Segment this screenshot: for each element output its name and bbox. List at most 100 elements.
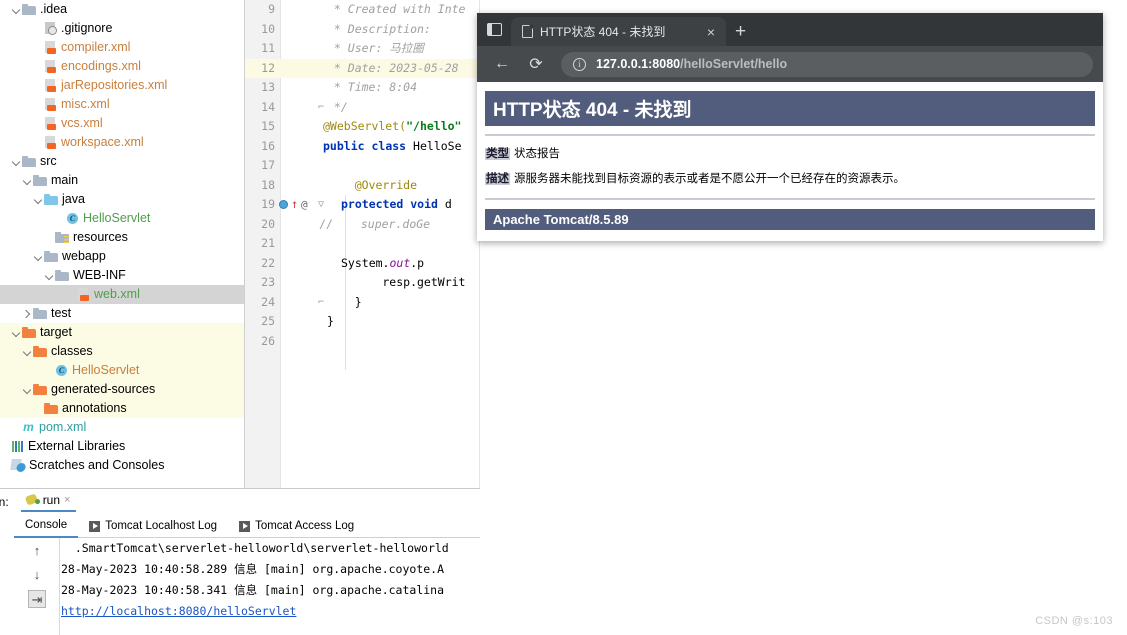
fold-end-icon[interactable]: ⌐ — [315, 293, 327, 313]
editor-line[interactable]: 11 * User: 马拉圈 — [245, 39, 480, 59]
chevron-down-icon[interactable] — [11, 4, 22, 15]
fold-collapse-icon[interactable]: ▽ — [315, 195, 327, 215]
tree-item-test[interactable]: test — [0, 304, 245, 323]
tree-item-vcs-xml[interactable]: vcs.xml — [0, 114, 245, 133]
tree-item-web-xml[interactable]: web.xml — [0, 285, 245, 304]
editor-line[interactable]: 16 public class HelloSe — [245, 137, 480, 157]
error-type-row: 类型 状态报告 — [485, 145, 1095, 161]
soft-wrap-button[interactable]: ⇥ — [28, 590, 46, 608]
tree-item-java[interactable]: java — [0, 190, 245, 209]
chevron-right-icon[interactable] — [22, 308, 33, 319]
folder-icon — [33, 308, 47, 319]
editor-lines[interactable]: 9 * Created with Inte 10 * Description: 11… — [245, 0, 480, 351]
editor-line[interactable]: 13 * Time: 8:04 — [245, 78, 480, 98]
breakpoint-icon[interactable] — [279, 200, 288, 209]
tree-item-misc-xml[interactable]: misc.xml — [0, 95, 245, 114]
tree-item-target[interactable]: target — [0, 323, 245, 342]
tree-item-label: .gitignore — [61, 21, 113, 35]
tree-item-generated-sources[interactable]: generated-sources — [0, 380, 245, 399]
line-number: 10 — [261, 21, 275, 36]
editor-line[interactable]: 25} — [245, 312, 480, 332]
new-tab-button[interactable]: + — [726, 22, 755, 46]
tree-item-workspace-xml[interactable]: workspace.xml — [0, 133, 245, 152]
run-configuration-tab[interactable]: run × — [20, 493, 77, 512]
editor-line[interactable]: 26 — [245, 332, 480, 352]
chevron-down-icon[interactable] — [11, 156, 22, 167]
editor-line[interactable]: 21 — [245, 234, 480, 254]
tree-item-web-inf[interactable]: WEB-INF — [0, 266, 245, 285]
tree-item-helloservlet[interactable]: C HelloServlet — [0, 361, 245, 380]
sidebar-toggle-button[interactable] — [477, 13, 511, 46]
editor-line[interactable]: 15 @WebServlet("/hello" — [245, 117, 480, 137]
console-link[interactable]: http://localhost:8080/helloServlet — [61, 604, 296, 618]
editor-line[interactable]: 19 ↑ @ ▽ protected void d — [245, 195, 480, 215]
tree-item-pom-xml[interactable]: m pom.xml — [0, 418, 245, 437]
chevron-down-icon[interactable] — [44, 270, 55, 281]
folder-icon — [55, 270, 69, 281]
reload-button[interactable]: ⟳ — [521, 49, 551, 79]
tree-item-label: Scratches and Consoles — [29, 458, 165, 472]
code-text: * Description: — [327, 21, 431, 36]
console-output[interactable]: .SmartTomcat\serverlet-helloworld\server… — [61, 538, 480, 635]
tree-item-resources[interactable]: resources — [0, 228, 245, 247]
editor-line[interactable]: 14 ⌐ */ — [245, 98, 480, 118]
console-tab-tomcat-localhost-log[interactable]: Tomcat Localhost Log — [78, 515, 228, 538]
tree-item-label: encodings.xml — [61, 59, 141, 73]
site-info-icon[interactable]: i — [573, 57, 586, 71]
chevron-down-icon[interactable] — [33, 251, 44, 262]
console-tab-console[interactable]: Console — [14, 515, 79, 538]
tree-item--gitignore[interactable]: .gitignore — [0, 19, 245, 38]
tree-item-encodings-xml[interactable]: encodings.xml — [0, 57, 245, 76]
back-button[interactable]: ← — [487, 49, 517, 79]
console-side-toolbar[interactable]: ↑ ↓ ⇥ — [14, 538, 60, 635]
tree-item-annotations[interactable]: annotations — [0, 399, 245, 418]
editor-line[interactable]: 24 ⌐ } — [245, 293, 480, 313]
code-editor[interactable]: 9 * Created with Inte 10 * Description: 11… — [245, 0, 480, 488]
tree-item-label: src — [40, 154, 57, 168]
editor-line[interactable]: 23 resp.getWrit — [245, 273, 480, 293]
tree-item-helloservlet[interactable]: C HelloServlet — [0, 209, 245, 228]
chevron-down-icon[interactable] — [11, 327, 22, 338]
tree-item-webapp[interactable]: webapp — [0, 247, 245, 266]
editor-line[interactable]: 22 System.out.p — [245, 254, 480, 274]
tree-item-main[interactable]: main — [0, 171, 245, 190]
tree-item-src[interactable]: src — [0, 152, 245, 171]
code-keyword: public — [323, 138, 365, 153]
tree-item-compiler-xml[interactable]: compiler.xml — [0, 38, 245, 57]
tree-item--idea[interactable]: .idea — [0, 0, 245, 19]
console-tab-bar[interactable]: Console Tomcat Localhost Log Tomcat Access… — [14, 515, 480, 538]
address-bar[interactable]: i 127.0.0.1:8080/helloServlet/hello — [561, 51, 1093, 77]
code-token-annotation: @WebServlet( — [323, 119, 407, 133]
chevron-down-icon[interactable] — [22, 175, 33, 186]
chevron-down-icon[interactable] — [33, 194, 44, 205]
tree-item-label: vcs.xml — [61, 116, 103, 130]
code-text: System.out.p — [341, 254, 424, 274]
chevron-down-icon[interactable] — [22, 346, 33, 357]
editor-line[interactable]: 9 * Created with Inte — [245, 0, 480, 20]
fold-end-icon[interactable]: ⌐ — [315, 98, 327, 118]
tree-item-jarrepositories-xml[interactable]: jarRepositories.xml — [0, 76, 245, 95]
editor-line[interactable]: 12 * Date: 2023-05-28 — [245, 58, 480, 78]
tree-item-scratches-and-consoles[interactable]: Scratches and Consoles — [0, 456, 245, 475]
scroll-up-button[interactable]: ↑ — [28, 542, 46, 560]
editor-line[interactable]: 18 @Override — [245, 176, 480, 196]
editor-line[interactable]: 10 * Description: — [245, 20, 480, 40]
tree-item-classes[interactable]: classes — [0, 342, 245, 361]
console-line[interactable]: http://localhost:8080/helloServlet — [61, 601, 480, 622]
scroll-down-button[interactable]: ↓ — [28, 566, 46, 584]
project-tree[interactable]: .idea .gitignore compiler.xml encodings.xml… — [0, 0, 245, 488]
editor-line[interactable]: 17 — [245, 156, 480, 176]
excluded-folder-icon — [22, 327, 36, 338]
console-tab-tomcat-access-log[interactable]: Tomcat Access Log — [228, 515, 365, 538]
close-icon[interactable]: × — [64, 494, 70, 506]
page-icon — [522, 24, 534, 38]
editor-line[interactable]: 20 // super.doGe — [245, 215, 480, 235]
chevron-down-icon[interactable] — [22, 384, 33, 395]
close-icon[interactable]: × — [704, 25, 718, 39]
tree-item-external-libraries[interactable]: External Libraries — [0, 437, 245, 456]
browser-tab[interactable]: HTTP状态 404 - 未找到 × — [511, 17, 726, 46]
